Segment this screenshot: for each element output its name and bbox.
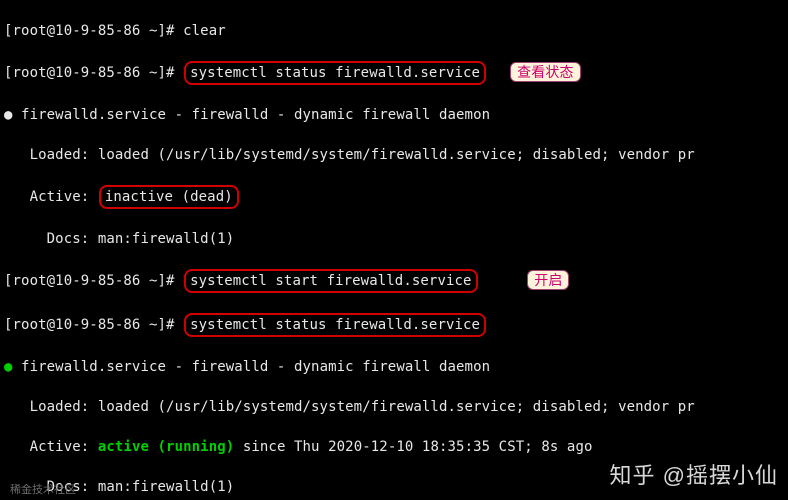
svc-active-inactive: inactive (dead) — [99, 185, 239, 209]
watermark-zhihu: 知乎 @摇摆小仙 — [610, 458, 778, 490]
cmd-status-firewalld: systemctl status firewalld.service — [184, 61, 486, 85]
watermark-source: 稀金技术社区 — [10, 481, 76, 497]
cmd-start-firewalld: systemctl start firewalld.service — [184, 269, 477, 293]
svc-loaded: Loaded: loaded (/usr/lib/systemd/system/… — [4, 397, 788, 417]
svc-loaded: Loaded: loaded (/usr/lib/systemd/system/… — [4, 145, 788, 165]
status-bullet: ● — [4, 107, 13, 123]
terminal-output[interactable]: [root@10-9-85-86 ~]# clear [root@10-9-85… — [0, 0, 788, 500]
shell-prompt: [root@10-9-85-86 ~]# — [4, 317, 183, 333]
shell-prompt: [root@10-9-85-86 ~]# — [4, 273, 183, 289]
svc-active-since: since Thu 2020-12-10 18:35:35 CST; 8s ag… — [234, 439, 592, 455]
annotation-status: 查看状态 — [510, 62, 580, 82]
svc-active-label: Active: — [4, 439, 98, 455]
cmd-status-firewalld-2: systemctl status firewalld.service — [184, 313, 486, 337]
cmd-clear: clear — [183, 23, 226, 39]
svc-active-label: Active: — [4, 189, 98, 205]
annotation-start: 开启 — [527, 270, 569, 290]
svc-docs: Docs: man:firewalld(1) — [4, 229, 788, 249]
svc-title: firewalld.service - firewalld - dynamic … — [13, 107, 491, 123]
status-bullet-running: ● — [4, 359, 13, 375]
svc-active-running: active (running) — [98, 439, 234, 455]
svc-title: firewalld.service - firewalld - dynamic … — [13, 359, 491, 375]
shell-prompt: [root@10-9-85-86 ~]# — [4, 23, 183, 39]
shell-prompt: [root@10-9-85-86 ~]# — [4, 65, 183, 81]
